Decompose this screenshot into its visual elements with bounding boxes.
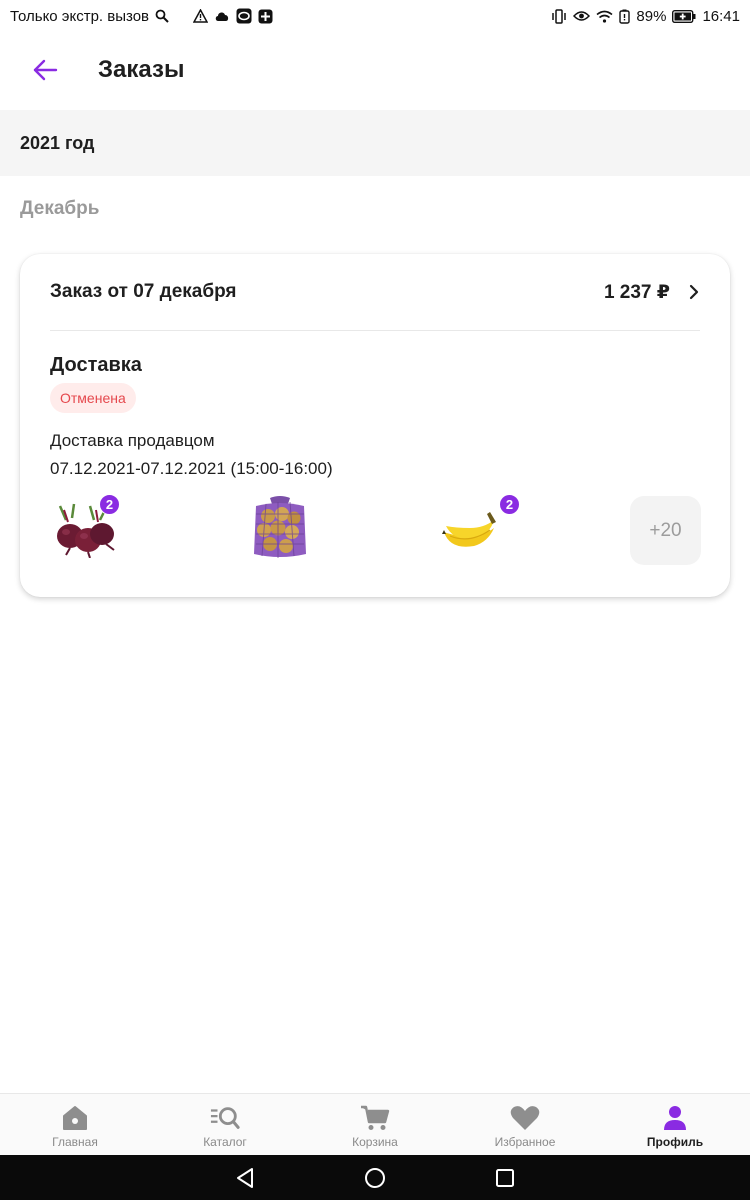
clock: 16:41 [702,7,740,25]
nav-label-home: Главная [52,1135,98,1149]
battery-saver-icon [619,9,631,24]
search-status-icon [155,9,169,23]
product-thumbnail[interactable]: 2 [440,494,520,564]
system-home-button[interactable] [360,1163,390,1193]
year-label: 2021 год [20,132,95,153]
battery-percent: 89% [636,7,667,25]
more-items-button[interactable]: +20 [630,496,701,565]
battery-icon [672,9,696,23]
cart-icon [360,1104,390,1132]
product-thumbnail[interactable] [248,494,328,564]
wifi-icon [596,10,613,23]
system-nav-bar [0,1155,750,1200]
catalog-search-icon [210,1104,240,1132]
app-notification-icon [236,8,252,24]
status-badge: Отменена [50,383,136,413]
more-items-label: +20 [649,519,682,541]
nav-label-catalog: Каталог [203,1135,247,1149]
eye-comfort-icon [573,10,591,22]
year-section-header: 2021 год [0,110,750,176]
quantity-badge: 2 [99,494,120,515]
heart-icon [510,1104,540,1132]
order-card[interactable]: Заказ от 07 декабря 1 237 ₽ Доставка Отм… [20,254,730,597]
order-total-group: 1 237 ₽ [604,281,700,304]
order-total: 1 237 ₽ [603,281,670,303]
potato-sack-image [248,494,312,565]
page-title: Заказы [98,56,185,83]
delivery-interval: 07.12.2021-07.12.2021 (15:00-16:00) [50,459,333,478]
bottom-nav: Главная Каталог Корзина Избранное Профил… [0,1093,750,1155]
home-icon [60,1104,90,1132]
banana-image [440,506,502,561]
month-label: Декабрь [20,198,100,219]
status-badge-label: Отменена [60,390,126,406]
delivery-type: Доставка [50,354,142,376]
plus-notification-icon [258,9,273,24]
order-title: Заказ от 07 декабря [50,281,237,302]
delivery-method: Доставка продавцом [50,431,215,450]
system-back-button[interactable] [230,1163,260,1193]
cloud-icon [214,10,230,22]
nav-label-favorites: Избранное [494,1135,556,1149]
nav-label-cart: Корзина [352,1135,398,1149]
back-button[interactable] [0,32,90,108]
nav-item-catalog[interactable]: Каталог [150,1094,300,1155]
system-recents-button[interactable] [490,1163,520,1193]
nav-item-profile[interactable]: Профиль [600,1094,750,1155]
circle-home-icon [364,1167,386,1189]
status-bar-right: 89% 16:41 [551,8,740,25]
nav-item-home[interactable]: Главная [0,1094,150,1155]
quantity-badge: 2 [499,494,520,515]
nav-item-favorites[interactable]: Избранное [450,1094,600,1155]
warning-icon [193,9,209,23]
square-recents-icon [495,1168,515,1188]
app-bar: Заказы [0,32,750,108]
chevron-right-icon[interactable] [688,283,700,301]
nav-label-profile: Профиль [646,1135,704,1149]
profile-icon [660,1104,690,1132]
product-thumbnail[interactable]: 2 [50,494,130,564]
triangle-back-icon [234,1167,256,1189]
arrow-left-icon [32,59,58,81]
vibrate-icon [551,8,567,24]
nav-item-cart[interactable]: Корзина [300,1094,450,1155]
status-bar: Только экстр. вызов 89% 16:41 [0,0,750,32]
status-bar-left: Только экстр. вызов [10,8,273,25]
carrier-text: Только экстр. вызов [10,7,150,25]
order-card-header: Заказ от 07 декабря 1 237 ₽ [50,254,700,331]
